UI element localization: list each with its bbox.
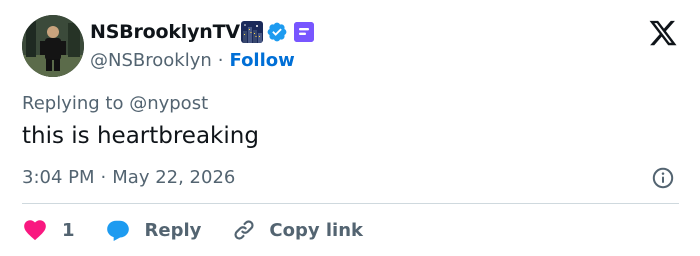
author-display-name[interactable]: NSBrooklynTV [90,21,240,43]
x-logo-icon[interactable] [648,18,678,48]
reply-button[interactable]: Reply [105,217,202,243]
reply-label: Reply [144,219,202,241]
timestamp-separator: · [100,167,107,188]
author-name-row: NSBrooklynTV [90,19,314,45]
verified-badge-icon[interactable] [266,21,288,43]
tweet-timestamp[interactable]: 3:04 PM · May 22, 2026 [22,167,235,188]
follow-button[interactable]: Follow [230,50,295,71]
tweet-date: May 22, 2026 [112,167,236,188]
divider [22,203,679,204]
heart-icon [22,217,48,243]
like-button[interactable]: 1 [22,217,75,243]
replying-to-text[interactable]: Replying to @nypost [22,93,208,114]
separator-dot: · [217,49,224,71]
copy-link-button[interactable]: Copy link [231,217,363,243]
tweet-body: this is heartbreaking [22,123,259,149]
info-icon[interactable] [651,166,675,190]
link-icon [231,217,257,243]
reply-bubble-icon [105,217,131,243]
like-count: 1 [62,219,75,241]
author-handle[interactable]: @NSBrooklyn [90,50,212,71]
tweet-time: 3:04 PM [22,167,95,188]
author-handle-row: @NSBrooklyn · Follow [90,48,295,72]
affiliate-badge-icon[interactable] [293,22,314,42]
copy-link-label: Copy link [269,219,363,241]
avatar[interactable] [22,15,84,77]
action-bar: 1 Reply Copy link [22,213,363,247]
night-city-emoji-icon [240,21,263,43]
